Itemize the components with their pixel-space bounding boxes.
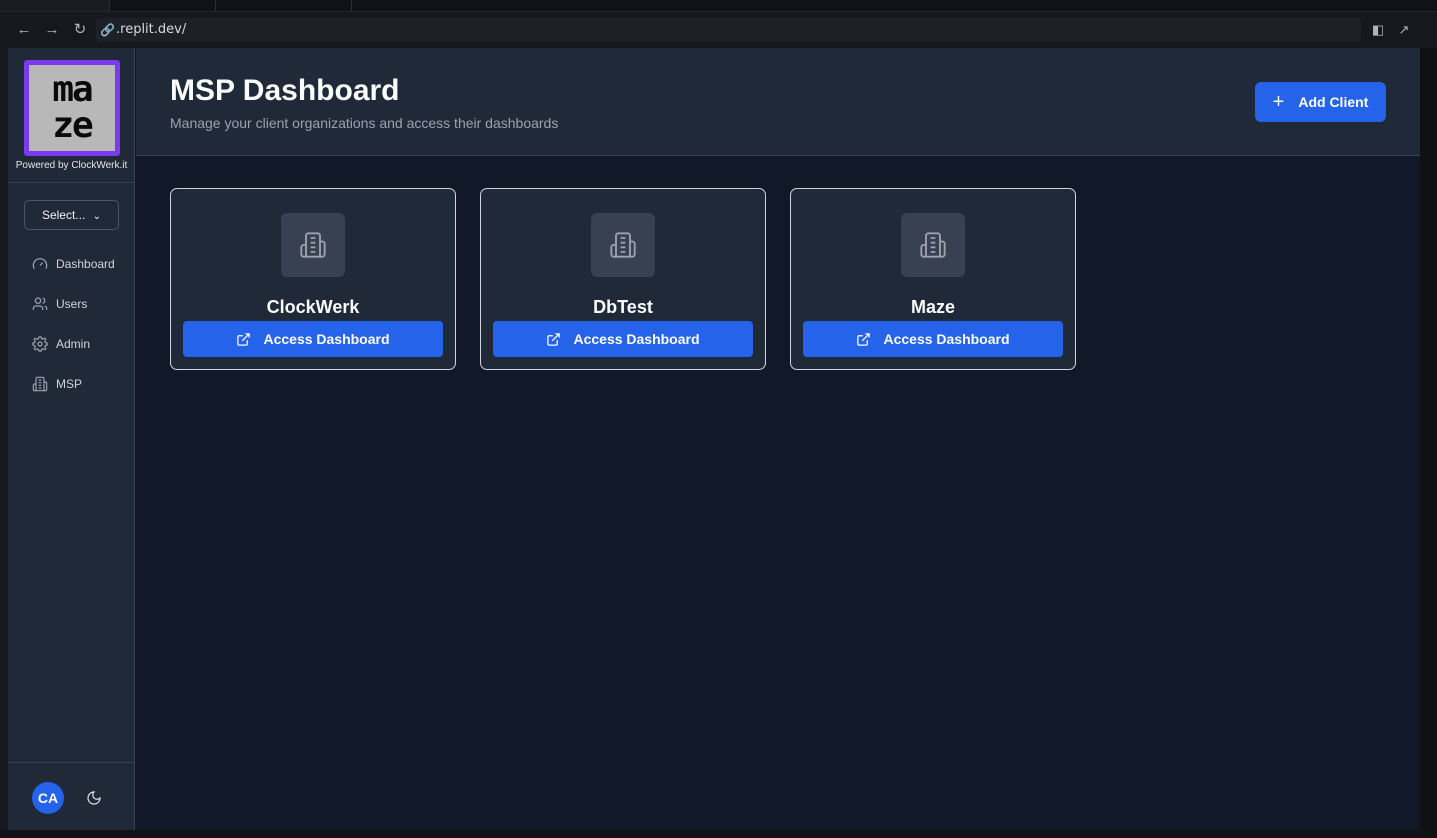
app-root: ma ze Powered by ClockWerk.it Select... … bbox=[8, 48, 1420, 830]
building-icon bbox=[281, 213, 345, 277]
client-name: DbTest bbox=[593, 297, 653, 317]
access-dashboard-button[interactable]: Access Dashboard bbox=[803, 321, 1063, 357]
window-edge bbox=[0, 830, 1437, 838]
sidebar-item-users[interactable]: Users bbox=[24, 290, 124, 318]
sidebar-item-label: Dashboard bbox=[56, 257, 115, 271]
browser-tab[interactable] bbox=[216, 0, 352, 11]
arrow-right-icon[interactable]: → bbox=[42, 20, 62, 40]
sidebar-item-dashboard[interactable]: Dashboard bbox=[24, 250, 124, 278]
address-bar: ← → ↻ 🔗 .replit.dev/ ◧ ↗ bbox=[0, 12, 1437, 48]
link-icon: 🔗 bbox=[100, 23, 115, 37]
logo-text-bottom: ze bbox=[52, 105, 93, 146]
client-card: Maze Access Dashboard bbox=[790, 188, 1076, 370]
external-link-icon bbox=[237, 332, 251, 346]
divider bbox=[8, 762, 135, 763]
chevron-down-icon: ⌄ bbox=[92, 211, 102, 222]
access-dashboard-button[interactable]: Access Dashboard bbox=[183, 321, 443, 357]
users-icon bbox=[32, 296, 48, 312]
client-name: ClockWerk bbox=[266, 297, 360, 317]
browser-tab[interactable] bbox=[0, 0, 110, 11]
sidebar-item-msp[interactable]: MSP bbox=[24, 370, 124, 398]
logo-text-top: ma bbox=[52, 69, 93, 110]
page-subtitle: Manage your client organizations and acc… bbox=[170, 115, 559, 131]
moon-icon bbox=[87, 791, 101, 805]
avatar[interactable]: CA bbox=[32, 782, 64, 814]
url-input[interactable]: 🔗 .replit.dev/ bbox=[96, 18, 1361, 42]
arrow-left-icon[interactable]: ← bbox=[14, 20, 34, 40]
open-external-icon[interactable]: ↗ bbox=[1394, 20, 1414, 40]
plus-icon: + bbox=[1272, 91, 1285, 113]
client-name: Maze bbox=[910, 297, 955, 317]
client-select[interactable]: Select... ⌄ bbox=[24, 200, 119, 230]
access-dashboard-button[interactable]: Access Dashboard bbox=[493, 321, 753, 357]
devices-icon[interactable]: ◧ bbox=[1368, 20, 1388, 40]
tab-strip bbox=[0, 0, 1437, 12]
browser-window: ← → ↻ 🔗 .replit.dev/ ◧ ↗ ma ze Powered b… bbox=[0, 0, 1437, 838]
add-client-label: Add Client bbox=[1298, 94, 1369, 110]
divider bbox=[8, 182, 135, 183]
client-card: ClockWerk Access Dashboard bbox=[170, 188, 456, 370]
maze-logo-mark: ma ze bbox=[29, 65, 115, 151]
gauge-icon bbox=[32, 256, 48, 272]
page-header: MSP Dashboard Manage your client organiz… bbox=[136, 48, 1420, 156]
sidebar-item-label: Admin bbox=[56, 337, 91, 351]
sidebar-item-label: Users bbox=[56, 297, 88, 311]
logo[interactable]: ma ze bbox=[24, 60, 120, 156]
theme-toggle-button[interactable] bbox=[78, 782, 110, 814]
client-select-label: Select... bbox=[41, 208, 86, 222]
browser-tab[interactable] bbox=[110, 0, 216, 11]
access-dashboard-label: Access Dashboard bbox=[263, 331, 390, 347]
building-icon bbox=[591, 213, 655, 277]
window-edge bbox=[0, 48, 8, 830]
reload-icon[interactable]: ↻ bbox=[70, 20, 90, 40]
sidebar-item-admin[interactable]: Admin bbox=[24, 330, 124, 358]
access-dashboard-label: Access Dashboard bbox=[883, 331, 1010, 347]
external-link-icon bbox=[547, 332, 561, 346]
powered-by-text: Powered by ClockWerk.it bbox=[15, 160, 128, 171]
building-icon bbox=[32, 376, 48, 392]
gear-icon bbox=[32, 336, 48, 352]
client-card: DbTest Access Dashboard bbox=[480, 188, 766, 370]
access-dashboard-label: Access Dashboard bbox=[573, 331, 700, 347]
scrollbar[interactable] bbox=[1420, 48, 1437, 830]
add-client-button[interactable]: + Add Client bbox=[1255, 82, 1386, 122]
building-icon bbox=[901, 213, 965, 277]
page-title: MSP Dashboard bbox=[170, 74, 400, 107]
sidebar-item-label: MSP bbox=[56, 377, 83, 391]
external-link-icon bbox=[857, 332, 871, 346]
sidebar: ma ze Powered by ClockWerk.it Select... … bbox=[8, 48, 135, 830]
url-text: .replit.dev/ bbox=[116, 22, 187, 37]
